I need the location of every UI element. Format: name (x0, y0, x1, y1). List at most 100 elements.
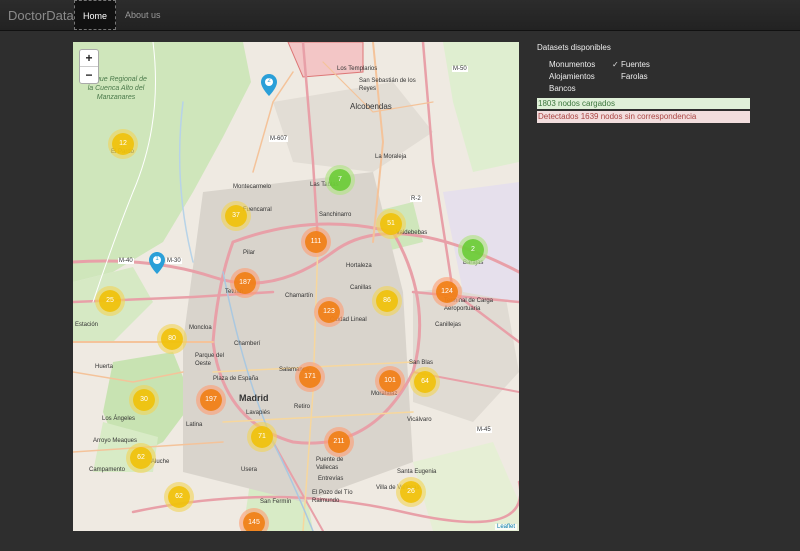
dataset-bancos[interactable]: Bancos (540, 84, 576, 93)
label-latina: Latina (186, 422, 203, 428)
label-m30: M-30 (166, 258, 182, 264)
label-chamberi: Chamberí (234, 341, 261, 347)
label-el-pozo: El Pozo del Tío Raimundo (312, 490, 353, 504)
label-canillas: Canillas (350, 285, 372, 291)
cluster-count: 145 (248, 519, 260, 526)
cluster-count: 7 (338, 176, 342, 183)
label-santa-eugenia: Santa Eugenia (397, 469, 437, 475)
marker-cluster[interactable]: 30 (133, 389, 155, 411)
marker-cluster[interactable]: 80 (161, 328, 183, 350)
cluster-count: 71 (258, 433, 266, 440)
label-fuencarral: Fuencarral (243, 207, 272, 213)
dataset-monumentos[interactable]: Monumentos (540, 60, 595, 69)
map-pin-marker[interactable]: 2 (261, 74, 277, 96)
marker-cluster[interactable]: 71 (251, 426, 273, 448)
label-plaza-espana: Plaza de España (213, 376, 259, 382)
marker-cluster[interactable]: 145 (243, 512, 265, 531)
label-los-angeles: Los Ángeles (102, 416, 136, 422)
cluster-count: 64 (421, 378, 429, 385)
cluster-count: 187 (239, 279, 251, 286)
cluster-count: 86 (383, 297, 391, 304)
map-pin-marker[interactable]: 1 (149, 252, 165, 274)
map-attribution[interactable]: Leaflet (494, 524, 517, 530)
marker-cluster[interactable]: 12 (112, 133, 134, 155)
marker-cluster[interactable]: 187 (234, 272, 256, 294)
label-m50: M-50 (452, 66, 468, 72)
label-arroyo-meaques: Arroyo Meaques (93, 438, 138, 444)
cluster-count: 37 (232, 212, 240, 219)
marker-cluster[interactable]: 171 (299, 366, 321, 388)
zoom-in-button[interactable]: + (80, 50, 98, 67)
dataset-label: Monumentos (549, 60, 596, 69)
marker-cluster[interactable]: 86 (376, 290, 398, 312)
zoom-out-button[interactable]: − (80, 67, 98, 83)
cluster-count: 124 (441, 288, 453, 295)
label-chamartin: Chamartín (285, 293, 314, 299)
cluster-count: 25 (106, 297, 114, 304)
label-entrevias: Entrevías (318, 476, 344, 482)
marker-cluster[interactable]: 25 (99, 290, 121, 312)
label-san-blas: San Blas (409, 360, 434, 366)
panel-title: Datasets disponibles (537, 43, 611, 52)
checkbox-fuentes-checked-icon[interactable]: ✓ (612, 60, 621, 69)
brand-logo[interactable]: DoctorData (8, 8, 74, 23)
pin-label: 1 (155, 256, 159, 262)
marker-cluster[interactable]: 62 (168, 486, 190, 508)
label-aluche: Aluche (151, 459, 170, 465)
urban-area (273, 82, 433, 172)
label-campamento: Campamento (89, 467, 126, 473)
label-los-templarios: Los Templarios (337, 66, 378, 72)
label-montecarmelo: Montecarmelo (233, 184, 272, 190)
marker-cluster[interactable]: 26 (400, 481, 422, 503)
nav-about-us[interactable]: About us (125, 0, 161, 28)
label-estacion: Estación (75, 322, 99, 328)
marker-cluster[interactable]: 62 (130, 447, 152, 469)
error-alert: Detectados 1639 nodos sin correspondenci… (537, 111, 750, 123)
label-san-fermin: San Fermín (260, 499, 292, 505)
cluster-count: 30 (140, 396, 148, 403)
marker-cluster[interactable]: 7 (329, 169, 351, 191)
marker-cluster[interactable]: 197 (200, 389, 222, 411)
label-lavapies: Lavapiés (246, 410, 271, 416)
label-huerta: Huerta (95, 364, 114, 370)
label-hortaleza: Hortaleza (346, 263, 372, 269)
label-parque-oeste: Parque del Oeste (195, 353, 225, 367)
marker-cluster[interactable]: 64 (414, 371, 436, 393)
cluster-count: 62 (137, 454, 145, 461)
marker-cluster[interactable]: 111 (305, 231, 327, 253)
pin-label: 2 (267, 78, 271, 84)
cluster-count: 171 (304, 373, 316, 380)
marker-cluster[interactable]: 2 (462, 239, 484, 261)
label-sanchinarro: Sanchinarro (319, 212, 352, 218)
cluster-count: 101 (384, 377, 396, 384)
cluster-count: 211 (333, 438, 345, 445)
marker-cluster[interactable]: 123 (318, 301, 340, 323)
marker-cluster[interactable]: 51 (380, 213, 402, 235)
marker-cluster[interactable]: 124 (436, 281, 458, 303)
nav-home[interactable]: Home (74, 0, 116, 30)
dataset-farolas[interactable]: Farolas (612, 72, 648, 81)
top-navbar: DoctorData Home About us (0, 0, 800, 31)
cluster-count: 62 (175, 493, 183, 500)
dataset-fuentes[interactable]: ✓ Fuentes (612, 60, 650, 69)
marker-cluster[interactable]: 37 (225, 205, 247, 227)
cluster-count: 80 (168, 335, 176, 342)
marker-cluster[interactable]: 211 (328, 431, 350, 453)
cluster-count: 197 (205, 396, 217, 403)
datasets-panel: Datasets disponibles Monumentos ✓ Fuentes… (537, 42, 751, 123)
dataset-alojamientos[interactable]: Alojamientos (540, 72, 595, 81)
label-retiro: Retiro (294, 404, 311, 410)
cluster-count: 2 (471, 246, 475, 253)
label-r2: R-2 (410, 196, 422, 202)
marker-cluster[interactable]: 101 (379, 370, 401, 392)
cluster-count: 111 (310, 238, 322, 245)
cluster-count: 26 (407, 488, 415, 495)
label-puente-vallecas: Puente de Vallecas (316, 457, 344, 471)
success-alert: 1803 nodos cargados (537, 98, 750, 109)
label-vicalvaro: Vicálvaro (407, 417, 432, 423)
label-la-moraleja: La Moraleja (375, 154, 407, 160)
label-m40: M-40 (118, 258, 134, 264)
map-view[interactable]: Parque Regional de la Cuenca Alto del Ma… (73, 42, 519, 531)
label-usera: Usera (241, 467, 258, 473)
label-m45: M-45 (476, 427, 492, 433)
